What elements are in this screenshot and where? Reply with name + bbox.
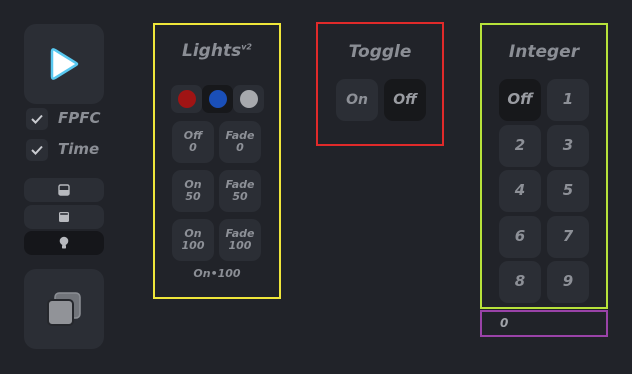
integer-value-field[interactable]: 0 (480, 310, 608, 337)
toggle-off-button[interactable]: Off (384, 79, 426, 121)
lights-version: v2 (241, 42, 252, 52)
color-blue-button[interactable] (202, 85, 233, 113)
color-white-button[interactable] (233, 85, 264, 113)
lights-on-100-button[interactable]: On 100 (172, 219, 214, 261)
time-checkbox[interactable] (26, 139, 48, 161)
integer-value: 0 (500, 316, 509, 330)
view-tab-window[interactable] (24, 205, 104, 229)
fpfc-checkbox[interactable] (26, 108, 48, 130)
integer-key-4[interactable]: 4 (499, 170, 541, 212)
color-red-button[interactable] (171, 85, 202, 113)
lights-title: Lightsv2 (182, 41, 252, 61)
lights-fade-50-button[interactable]: Fade 50 (219, 170, 261, 212)
play-button[interactable] (24, 24, 104, 104)
time-label: Time (58, 140, 100, 158)
view-tab-inbox[interactable] (24, 178, 104, 202)
lights-fade-100-button[interactable]: Fade 100 (219, 219, 261, 261)
integer-key-5[interactable]: 5 (547, 170, 589, 212)
lightbulb-icon (59, 236, 69, 249)
checkmark-icon (31, 114, 43, 124)
integer-key-2[interactable]: 2 (499, 125, 541, 167)
fpfc-label: FPFC (58, 109, 101, 127)
toggle-title: Toggle (348, 42, 412, 62)
play-icon (50, 48, 79, 80)
color-swatch-blue (208, 90, 227, 108)
lights-off-0-button[interactable]: Off 0 (172, 121, 214, 163)
integer-key-8[interactable]: 8 (499, 261, 541, 303)
copy-button[interactable] (24, 269, 104, 349)
view-tab-lightbulb[interactable] (24, 231, 104, 255)
lights-on-50-button[interactable]: On 50 (172, 170, 214, 212)
lights-fade-0-button[interactable]: Fade 0 (219, 121, 261, 163)
lights-status: On•100 (193, 267, 241, 280)
inbox-icon (58, 184, 70, 196)
color-swatch-red (177, 90, 196, 108)
integer-title: Integer (508, 42, 580, 62)
toggle-on-button[interactable]: On (336, 79, 378, 121)
lights-panel (153, 23, 281, 299)
integer-key-1[interactable]: 1 (547, 79, 589, 121)
integer-key-6[interactable]: 6 (499, 216, 541, 258)
window-icon (59, 212, 69, 222)
integer-key-7[interactable]: 7 (547, 216, 589, 258)
integer-key-3[interactable]: 3 (547, 125, 589, 167)
integer-key-off[interactable]: Off (499, 79, 541, 121)
checkmark-icon (31, 145, 43, 155)
copy-icon (47, 292, 81, 326)
color-swatch-white (239, 90, 258, 108)
integer-key-9[interactable]: 9 (547, 261, 589, 303)
